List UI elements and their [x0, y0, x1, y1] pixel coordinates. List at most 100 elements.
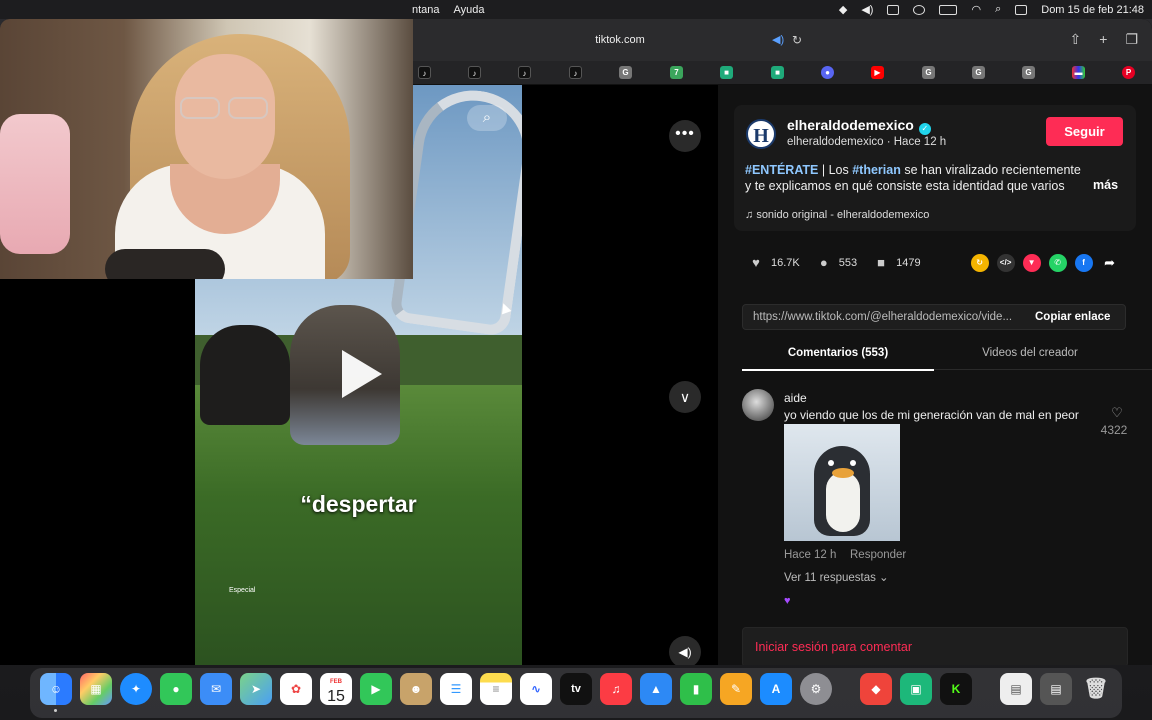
discord-tab-icon[interactable]: ● — [821, 66, 834, 79]
battery-icon[interactable] — [939, 4, 958, 15]
volume-button[interactable]: ◀) — [669, 636, 701, 665]
trash-icon[interactable]: 🗑 — [1080, 673, 1112, 705]
webcam-overlay — [0, 19, 413, 279]
system-settings-icon[interactable]: ⚙ — [800, 673, 832, 705]
repost-icon[interactable]: ↻ — [970, 254, 989, 272]
clock[interactable]: Dom 15 de feb 21:48 — [1041, 4, 1144, 16]
volume-icon[interactable]: ◀) — [861, 3, 873, 16]
safari-icon[interactable]: ✦ — [120, 673, 152, 705]
control-center-icon[interactable] — [1015, 4, 1028, 15]
facetime-icon[interactable]: ▶ — [360, 673, 392, 705]
video-watermark: Especial — [229, 587, 256, 594]
next-video-button[interactable]: ∨ — [669, 381, 701, 413]
app-store-icon[interactable]: A — [760, 673, 792, 705]
reply-button[interactable]: Responder — [850, 549, 906, 561]
photos-icon[interactable]: ✿ — [280, 673, 312, 705]
commenter-avatar[interactable] — [742, 389, 774, 421]
pages-icon[interactable]: ✎ — [720, 673, 752, 705]
apple-tv-icon[interactable]: tv — [560, 673, 592, 705]
mail-icon[interactable]: ✉ — [200, 673, 232, 705]
tab-creator-videos[interactable]: Videos del creador — [934, 347, 1126, 359]
commenter-name[interactable]: aide — [784, 391, 807, 405]
numbers-icon[interactable]: ▮ — [680, 673, 712, 705]
address-bar[interactable]: tiktok.com ◀) ↻ — [430, 28, 810, 52]
share-icon[interactable]: ⇧ — [1070, 31, 1082, 48]
follow-button[interactable]: Seguir — [1046, 117, 1123, 146]
more-options-button[interactable]: ••• — [669, 120, 701, 152]
author-name[interactable]: elheraldodemexico ✓ — [787, 117, 931, 135]
tab-comments[interactable]: Comentarios (553) — [742, 347, 934, 371]
pinterest-tab-icon[interactable]: P — [1122, 66, 1135, 79]
menu-window[interactable]: ntana — [412, 4, 440, 16]
google-tab-icon[interactable]: G — [1022, 66, 1035, 79]
post-link[interactable]: https://www.tiktok.com/@elheraldodemexic… — [753, 311, 1023, 323]
author-avatar[interactable]: H — [746, 119, 776, 149]
play-status-icon[interactable] — [913, 4, 926, 15]
app-tab-icon[interactable]: 7 — [670, 66, 683, 79]
google-tab-icon[interactable]: G — [972, 66, 985, 79]
music-link[interactable]: ♫ sonido original - elheraldodemexico — [745, 209, 929, 221]
maps-icon[interactable]: ➤ — [240, 673, 272, 705]
hashtag-link[interactable]: #therian — [852, 163, 901, 177]
comment-icon[interactable]: ● — [816, 255, 832, 271]
app-tab-icon[interactable]: ▬ — [1072, 66, 1085, 79]
dropbox-icon[interactable]: ◆ — [839, 3, 847, 16]
contacts-icon[interactable]: ☻ — [400, 673, 432, 705]
new-tab-icon[interactable]: + — [1099, 31, 1107, 48]
comment-text: yo viendo que los de mi generación van d… — [784, 408, 1079, 422]
more-link[interactable]: más — [1093, 178, 1118, 192]
tiktok-tab-icon[interactable]: ♪ — [418, 66, 431, 79]
login-to-comment-link[interactable]: Iniciar sesión para comentar — [755, 640, 912, 654]
wifi-icon[interactable]: ◠ — [971, 3, 981, 16]
app-icon[interactable]: ▣ — [900, 673, 932, 705]
keynote-icon[interactable]: ▲ — [640, 673, 672, 705]
document-icon[interactable]: ▤ — [1000, 673, 1032, 705]
tiktok-page: ⌕ “despertar Especial ••• ∨ ◀) H elheral… — [0, 19, 1152, 665]
app-tab-icon[interactable]: ■ — [720, 66, 733, 79]
play-icon[interactable] — [342, 350, 382, 398]
screen-mirror-icon[interactable] — [887, 4, 900, 15]
comment-count: 553 — [838, 257, 858, 269]
comment-item: aide yo viendo que los de mi generación … — [742, 387, 1134, 617]
calendar-icon[interactable]: FEB 15 — [320, 673, 352, 705]
tab-overview-icon[interactable]: ❐ — [1125, 31, 1138, 48]
send-icon[interactable]: ▼ — [1022, 254, 1041, 272]
facebook-icon[interactable]: f — [1074, 254, 1093, 272]
finder-icon[interactable]: ☺ — [40, 673, 72, 712]
comment-image[interactable] — [784, 424, 900, 541]
spotlight-icon[interactable]: ⌕ — [995, 3, 1001, 16]
google-tab-icon[interactable]: G — [922, 66, 935, 79]
anydesk-icon[interactable]: ◆ — [860, 673, 892, 705]
audio-playing-icon[interactable]: ◀) — [772, 34, 784, 46]
view-replies-button[interactable]: Ver 11 respuestas ⌄ — [784, 570, 889, 584]
kick-icon[interactable]: K — [940, 673, 972, 705]
messages-icon[interactable]: ● — [160, 673, 192, 705]
comment-login-box[interactable]: Iniciar sesión para comentar — [742, 627, 1128, 665]
music-icon[interactable]: ♫ — [600, 673, 632, 705]
comment-like-icon[interactable]: ♡ — [1107, 405, 1127, 421]
bookmark-icon[interactable]: ■ — [873, 255, 889, 271]
penguin-beak — [832, 468, 854, 478]
hashtag-link[interactable]: #ENTÉRATE — [745, 163, 818, 177]
search-icon[interactable]: ⌕ — [467, 105, 507, 131]
freeform-icon[interactable]: ∿ — [520, 673, 552, 705]
google-tab-icon[interactable]: G — [619, 66, 632, 79]
notes-icon[interactable]: ≡ — [480, 673, 512, 705]
tiktok-tab-icon[interactable]: ♪ — [468, 66, 481, 79]
copy-link-button[interactable]: Copiar enlace — [1035, 311, 1110, 323]
downloads-icon[interactable]: ▤ — [1040, 673, 1072, 705]
calendar-day: 15 — [327, 688, 345, 705]
app-tab-icon[interactable]: ■ — [771, 66, 784, 79]
youtube-tab-icon[interactable]: ▶ — [871, 66, 884, 79]
whatsapp-icon[interactable]: ✆ — [1048, 254, 1067, 272]
tiktok-tab-icon[interactable]: ♪ — [518, 66, 531, 79]
heart-icon[interactable]: ♥ — [748, 255, 764, 271]
embed-icon[interactable]: </> — [996, 254, 1015, 272]
reload-icon[interactable]: ↻ — [792, 33, 802, 47]
share-arrow-icon[interactable]: ➦ — [1101, 254, 1119, 272]
tiktok-tab-icon[interactable]: ♪ — [569, 66, 582, 79]
reminders-icon[interactable]: ☰ — [440, 673, 472, 705]
post-card: H elheraldodemexico ✓ elheraldodemexico ·… — [734, 105, 1136, 231]
menu-help[interactable]: Ayuda — [454, 4, 485, 16]
launchpad-icon[interactable]: ▦ — [80, 673, 112, 705]
